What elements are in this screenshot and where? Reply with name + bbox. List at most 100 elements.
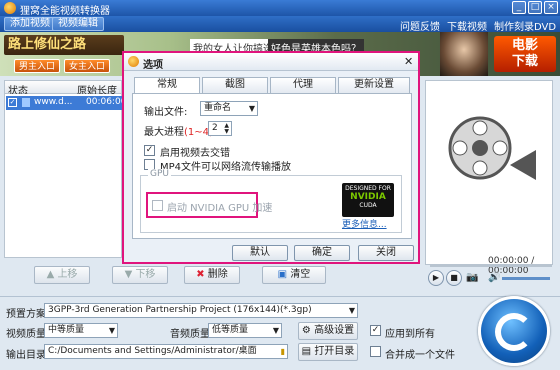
convert-button[interactable]: [478, 296, 550, 366]
feedback-link[interactable]: 问题反馈: [400, 18, 440, 33]
menu-bar: 添加视频 视频编辑 问题反馈 下载视频 制作刻录DVD: [0, 16, 560, 33]
down-arrow-icon: ▼: [124, 269, 136, 280]
file-list[interactable]: ✓ www.d... 00:06:00: [4, 94, 126, 258]
edit-video-button[interactable]: 视频编辑: [52, 17, 104, 31]
browse-folder-icon[interactable]: ▮: [281, 345, 285, 358]
chevron-down-icon: ▼: [272, 326, 279, 335]
apply-all-checkbox[interactable]: ✓: [370, 325, 381, 336]
tab-screenshot[interactable]: 截图: [202, 77, 268, 93]
tab-proxy[interactable]: 代理: [270, 77, 336, 93]
folder-icon: ▤: [301, 346, 315, 357]
chevron-down-icon: ▼: [108, 326, 115, 335]
ok-button[interactable]: 确定: [294, 245, 350, 261]
max-process-stepper[interactable]: 2 ▲ ▼: [208, 121, 232, 136]
close-button[interactable]: 关闭: [358, 245, 414, 261]
move-up-label: 上移: [57, 269, 78, 280]
delete-button[interactable]: ✖ 删除: [184, 266, 240, 284]
output-file-dropdown[interactable]: 重命名 ▼: [200, 101, 258, 116]
snapshot-icon[interactable]: 📷: [466, 272, 478, 283]
nvidia-logo-line1: DESIGNED FOR: [345, 185, 391, 192]
nvidia-gpu-label: 启动 NVIDIA GPU 加速: [167, 203, 273, 214]
minimize-button[interactable]: _: [512, 1, 526, 14]
move-down-button[interactable]: ▼ 下移: [112, 266, 168, 284]
convert-arrow-icon: [495, 313, 533, 351]
dialog-app-icon: [128, 56, 139, 67]
move-down-label: 下移: [135, 269, 156, 280]
max-process-label: 最大进程(1~4):: [144, 123, 216, 138]
dialog-title-bar: 选项 ✕: [124, 53, 418, 71]
tab-update-settings[interactable]: 更新设置: [338, 77, 410, 93]
default-button[interactable]: 默认: [232, 245, 288, 261]
film-reel-icon: [448, 116, 536, 180]
audio-quality-dropdown[interactable]: 低等质量 ▼: [208, 323, 282, 338]
advanced-settings-button[interactable]: ⚙ 高级设置: [298, 322, 358, 340]
ad-game-title: 路上修仙之路: [4, 35, 124, 55]
stepper-arrows-icon[interactable]: ▲ ▼: [224, 123, 229, 135]
output-file-value: 重命名: [204, 103, 232, 113]
file-row[interactable]: ✓ www.d... 00:06:00: [6, 96, 126, 110]
nvidia-gpu-checkbox[interactable]: [152, 200, 163, 211]
row-checkbox[interactable]: ✓: [8, 98, 17, 107]
window-title: 狸窝全能视频转换器: [20, 6, 110, 17]
file-name: www.d...: [34, 97, 73, 107]
gpu-group-label: GPU: [148, 169, 171, 179]
video-quality-label: 视频质量:: [6, 329, 50, 340]
up-arrow-icon: ▲: [46, 269, 58, 280]
advanced-settings-label: 高级设置: [314, 325, 355, 336]
video-quality-value: 中等质量: [48, 325, 85, 335]
ad-female-entry-button[interactable]: 女主入口: [64, 59, 111, 73]
ad-logo-line2: 下载: [511, 54, 538, 69]
open-dir-button[interactable]: ▤ 打开目录: [298, 343, 358, 361]
output-dir-label: 输出目录:: [6, 350, 50, 361]
deinterlace-checkbox[interactable]: ✓: [144, 145, 155, 156]
file-list-header: 状态 原始长度: [4, 80, 122, 97]
delete-icon: ✖: [196, 269, 208, 280]
max-process-value: 2: [212, 123, 218, 133]
download-video-link[interactable]: 下载视频: [447, 18, 487, 33]
output-file-label: 输出文件:: [144, 107, 188, 118]
stop-button[interactable]: ■: [446, 270, 462, 286]
chevron-down-icon: ▼: [248, 104, 255, 113]
merge-checkbox[interactable]: [370, 346, 381, 357]
volume-slider[interactable]: [502, 277, 550, 280]
more-info-link[interactable]: 更多信息...: [342, 217, 387, 230]
deinterlace-label: 启用视频去交错: [160, 148, 230, 159]
video-file-icon: [22, 98, 30, 107]
open-dir-label: 打开目录: [314, 346, 355, 357]
audio-quality-label: 音频质量:: [170, 329, 214, 340]
preset-dropdown[interactable]: 3GPP-3rd Generation Partnership Project …: [44, 303, 358, 318]
ad-character-image: [440, 32, 488, 76]
apply-all-label: 应用到所有: [385, 329, 435, 340]
clear-icon: ▣: [277, 269, 291, 280]
move-up-button[interactable]: ▲ 上移: [34, 266, 90, 284]
seek-bar[interactable]: [430, 264, 552, 267]
audio-quality-value: 低等质量: [212, 325, 249, 335]
ad-movie-download-logo[interactable]: 电影 下载: [494, 36, 556, 72]
ad-male-entry-button[interactable]: 男主入口: [14, 59, 61, 73]
chevron-down-icon: ▼: [348, 306, 355, 315]
preset-value: 3GPP-3rd Generation Partnership Project …: [48, 305, 312, 315]
burn-dvd-link[interactable]: 制作刻录DVD: [494, 18, 556, 33]
max-process-text: 最大进程: [144, 127, 184, 138]
dialog-close-icon[interactable]: ✕: [404, 55, 413, 68]
nvidia-logo-line3: CUDA: [359, 202, 377, 209]
nvidia-cuda-logo: DESIGNED FOR NVIDIA CUDA: [342, 183, 394, 217]
close-window-button[interactable]: ×: [544, 1, 558, 14]
merge-label: 合并成一个文件: [385, 350, 455, 361]
add-video-button[interactable]: 添加视频: [4, 17, 56, 31]
ad-logo-line1: 电影: [511, 38, 538, 53]
maximize-button[interactable]: □: [528, 1, 542, 14]
tab-general[interactable]: 常规: [134, 77, 200, 94]
mp4-stream-label: MP4文件可以网络流传输播放: [160, 162, 292, 173]
volume-icon[interactable]: 🔊: [488, 272, 500, 283]
dialog-title: 选项: [143, 60, 163, 71]
title-bar: 狸窝全能视频转换器 _ □ ×: [0, 0, 560, 17]
preset-label: 预置方案:: [6, 309, 50, 320]
clear-button[interactable]: ▣ 清空: [262, 266, 326, 284]
video-quality-dropdown[interactable]: 中等质量 ▼: [44, 323, 118, 338]
nvidia-logo-line2: NVIDIA: [350, 192, 386, 202]
settings-icon: ⚙: [301, 325, 315, 336]
play-button[interactable]: ▶: [428, 270, 444, 286]
output-dir-field[interactable]: C:/Documents and Settings/Administrator/…: [44, 344, 288, 359]
options-dialog: 选项 ✕ 常规 截图 代理 更新设置 输出文件: 重命名 ▼ 最大进程(1~4):…: [122, 51, 420, 264]
